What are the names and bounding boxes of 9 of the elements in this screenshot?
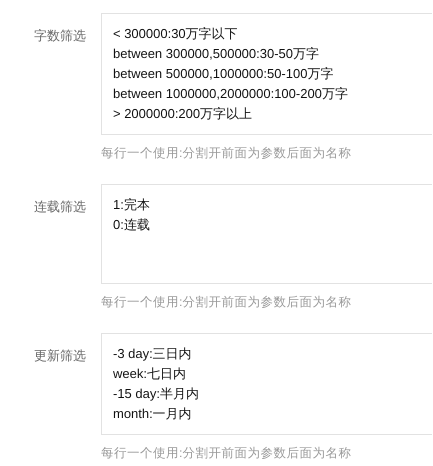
help-text: 每行一个使用:分割开前面为参数后面为名称 — [101, 294, 352, 311]
filter-textarea[interactable]: -3 day:三日内 week:七日内 -15 day:半月内 month:一月内 — [101, 333, 432, 435]
help-text: 每行一个使用:分割开前面为参数后面为名称 — [101, 145, 352, 162]
field-label: 字数筛选 — [33, 27, 87, 45]
field-label: 更新筛选 — [33, 347, 87, 365]
filter-textarea[interactable]: 1:完本 0:连载 — [101, 184, 432, 284]
field-label: 连载筛选 — [33, 198, 87, 216]
help-text: 每行一个使用:分割开前面为参数后面为名称 — [101, 445, 352, 462]
filter-textarea[interactable]: < 300000:30万字以下 between 300000,500000:30-50万字 between 500000,1000000:50-100万字 between 1000000,2000000:100-200万字 > 2000000:200万字以上 — [101, 13, 432, 135]
